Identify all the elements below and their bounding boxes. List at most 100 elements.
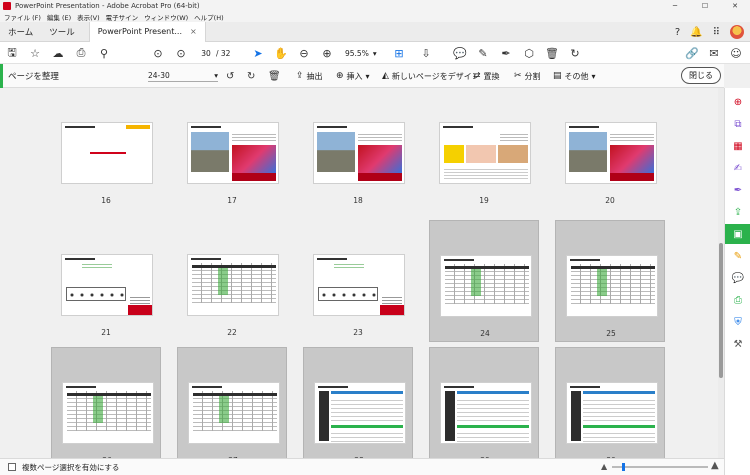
page-preview[interactable] bbox=[314, 382, 406, 444]
tab-home[interactable]: ホーム bbox=[0, 26, 41, 38]
sign-icon[interactable]: ✒ bbox=[725, 180, 750, 200]
stamp-icon[interactable]: ⬡ bbox=[521, 42, 537, 64]
page-thumbnail[interactable]: 16 bbox=[51, 88, 161, 210]
maximize-button[interactable]: ☐ bbox=[690, 0, 720, 11]
rotate-left-icon[interactable]: ↺ bbox=[226, 64, 234, 88]
multi-select-checkbox[interactable] bbox=[8, 463, 16, 471]
print-icon[interactable]: ⎙ bbox=[73, 42, 89, 64]
page-thumbnail[interactable]: 28 bbox=[303, 347, 413, 458]
page-preview[interactable] bbox=[61, 122, 153, 184]
zoom-in-icon[interactable]: ⊕ bbox=[319, 42, 335, 64]
menu-help[interactable]: ヘルプ(H) bbox=[194, 12, 223, 22]
fill-sign-icon[interactable]: ✍ bbox=[725, 158, 750, 178]
page-range-select[interactable]: 24-30 ▾ bbox=[148, 70, 218, 82]
export-pdf-icon[interactable]: ⇪ bbox=[725, 202, 750, 222]
page-preview[interactable] bbox=[313, 254, 405, 316]
page-thumbnail[interactable]: 29 bbox=[429, 347, 539, 458]
select-cursor-icon[interactable]: ➤ bbox=[250, 42, 266, 64]
close-tab-icon[interactable]: × bbox=[190, 27, 197, 36]
split-button[interactable]: ✂ 分割 bbox=[514, 64, 541, 88]
minimize-button[interactable]: ─ bbox=[660, 0, 690, 11]
scroll-mode-icon[interactable]: ⇩ bbox=[418, 42, 434, 64]
page-preview[interactable] bbox=[566, 382, 658, 444]
zoom-search-icon[interactable]: ⚲ bbox=[96, 42, 112, 64]
extract-button[interactable]: ⇪ 抽出 bbox=[296, 64, 323, 88]
page-preview[interactable] bbox=[187, 254, 279, 316]
scan-icon[interactable]: ⎙ bbox=[725, 290, 750, 310]
zoom-out-icon[interactable]: ⊖ bbox=[296, 42, 312, 64]
close-window-button[interactable]: ✕ bbox=[720, 0, 750, 11]
page-thumbnail[interactable]: 21 bbox=[51, 220, 161, 342]
tab-document[interactable]: PowerPoint Present... × bbox=[88, 21, 206, 42]
avatar[interactable] bbox=[730, 25, 744, 39]
page-preview[interactable] bbox=[440, 255, 532, 317]
page-preview[interactable] bbox=[313, 122, 405, 184]
insert-button[interactable]: ⊕ 挿入 ▾ bbox=[336, 64, 370, 88]
menu-window[interactable]: ウィンドウ(W) bbox=[144, 12, 188, 22]
page-thumbnail[interactable]: 27 bbox=[177, 347, 287, 458]
menu-esign[interactable]: 電子サイン bbox=[106, 12, 139, 22]
bookmark-star-icon[interactable]: ☆ bbox=[27, 42, 43, 64]
rotate-right-icon[interactable]: ↻ bbox=[247, 64, 255, 88]
page-thumbnail[interactable]: 17 bbox=[177, 88, 287, 210]
tab-tools[interactable]: ツール bbox=[41, 26, 83, 38]
delete-icon[interactable]: 🗑 bbox=[544, 42, 560, 64]
hand-tool-icon[interactable]: ✋ bbox=[273, 42, 289, 64]
page-thumbnail[interactable]: 26 bbox=[51, 347, 161, 458]
highlight-pen-icon[interactable]: ✎ bbox=[475, 42, 491, 64]
help-icon[interactable]: ? bbox=[675, 27, 680, 38]
page-preview[interactable] bbox=[62, 382, 154, 444]
page-preview[interactable] bbox=[566, 255, 658, 317]
apps-grid-icon[interactable]: ⠿ bbox=[713, 27, 720, 38]
save-icon[interactable]: 🖫 bbox=[4, 42, 20, 64]
bell-icon[interactable]: 🔔 bbox=[690, 27, 702, 38]
replace-button[interactable]: ⇄ 置換 bbox=[473, 64, 500, 88]
page-preview[interactable] bbox=[440, 382, 532, 444]
page-thumbnail[interactable]: 23 bbox=[303, 220, 413, 342]
page-thumbnail[interactable]: 18 bbox=[303, 88, 413, 210]
page-thumbnail[interactable]: 30 bbox=[555, 347, 665, 458]
account-icon[interactable]: ☺ bbox=[728, 42, 744, 64]
previous-page-icon[interactable]: ⊙ bbox=[150, 42, 166, 64]
menu-view[interactable]: 表示(V) bbox=[77, 12, 100, 22]
combine-files-icon[interactable]: ⧉ bbox=[725, 114, 750, 134]
page-thumbnail[interactable]: 19 bbox=[429, 88, 539, 210]
rotate-icon[interactable]: ↻ bbox=[567, 42, 583, 64]
slider-knob[interactable] bbox=[622, 463, 625, 471]
fit-page-icon[interactable]: ⊞ bbox=[390, 42, 408, 64]
thumbnail-size-slider[interactable] bbox=[612, 463, 708, 471]
page-thumbnail[interactable]: 20 bbox=[555, 88, 665, 210]
scrollbar-thumb[interactable] bbox=[719, 243, 723, 378]
page-preview[interactable] bbox=[188, 382, 280, 444]
link-icon[interactable]: 🔗 bbox=[684, 42, 700, 64]
menu-edit[interactable]: 編集 (E) bbox=[47, 12, 71, 22]
page-preview[interactable] bbox=[187, 122, 279, 184]
menu-file[interactable]: ファイル (F) bbox=[4, 12, 41, 22]
page-thumbnail[interactable]: 25 bbox=[555, 220, 665, 342]
page-preview[interactable] bbox=[439, 122, 531, 184]
protect-icon[interactable]: ⛨ bbox=[725, 312, 750, 332]
email-icon[interactable]: ✉ bbox=[706, 42, 722, 64]
comment-icon[interactable]: 💬 bbox=[452, 42, 468, 64]
more-tools-icon[interactable]: ⚒ bbox=[725, 334, 750, 354]
organize-icon[interactable]: ▦ bbox=[725, 136, 750, 156]
page-preview[interactable] bbox=[565, 122, 657, 184]
current-page-input[interactable]: 30 bbox=[196, 47, 216, 59]
edit-pdf-icon[interactable]: ✎ bbox=[725, 246, 750, 266]
delete-pages-icon[interactable]: 🗑 bbox=[268, 64, 281, 88]
large-thumbnail-icon[interactable]: ▲ bbox=[711, 460, 719, 471]
page-thumbnail[interactable]: 24 bbox=[429, 220, 539, 342]
page-preview[interactable] bbox=[61, 254, 153, 316]
zoom-dropdown[interactable]: 95.5% ▾ bbox=[345, 47, 377, 59]
organize-pages-icon[interactable]: ▣ bbox=[725, 224, 750, 244]
more-button[interactable]: ▤ その他 ▾ bbox=[553, 64, 596, 88]
next-page-icon[interactable]: ⊙ bbox=[173, 42, 189, 64]
comment-tool-icon[interactable]: 💬 bbox=[725, 268, 750, 288]
design-new-page-button[interactable]: ◭ 新しいページをデザイン bbox=[382, 64, 480, 88]
small-thumbnail-icon[interactable]: ▲ bbox=[601, 462, 607, 471]
draw-icon[interactable]: ✒ bbox=[498, 42, 514, 64]
close-organize-button[interactable]: 閉じる bbox=[681, 67, 721, 84]
create-pdf-icon[interactable]: ⊕ bbox=[725, 92, 750, 112]
upload-cloud-icon[interactable]: ☁ bbox=[50, 42, 66, 64]
page-thumbnail[interactable]: 22 bbox=[177, 220, 287, 342]
